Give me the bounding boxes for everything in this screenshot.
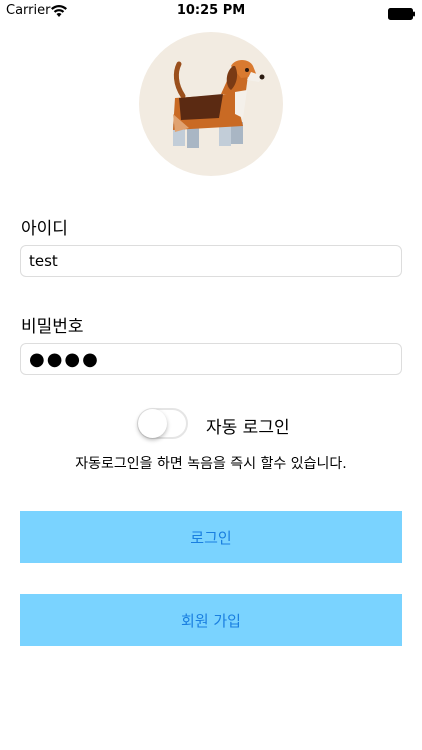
login-button[interactable]: 로그인 xyxy=(20,511,402,563)
password-input[interactable]: ●●●● xyxy=(20,343,402,375)
auto-login-label: 자동 로그인 xyxy=(206,418,290,438)
auto-login-toggle[interactable] xyxy=(137,408,188,439)
toggle-knob[interactable] xyxy=(138,409,167,438)
password-label: 비밀번호 xyxy=(21,317,84,337)
status-bar: Carrier 10:25 PM xyxy=(0,0,422,22)
beagle-dog-icon xyxy=(173,60,265,148)
signup-button[interactable]: 회원 가입 xyxy=(20,594,402,646)
auto-login-hint: 자동로그인을 하면 녹음을 즉시 할수 있습니다. xyxy=(75,456,347,472)
avatar xyxy=(139,32,283,176)
status-time: 10:25 PM xyxy=(176,3,246,18)
id-label: 아이디 xyxy=(21,219,68,239)
id-input[interactable] xyxy=(20,245,402,277)
battery-icon xyxy=(388,5,416,20)
password-dots: ●●●● xyxy=(29,348,100,370)
